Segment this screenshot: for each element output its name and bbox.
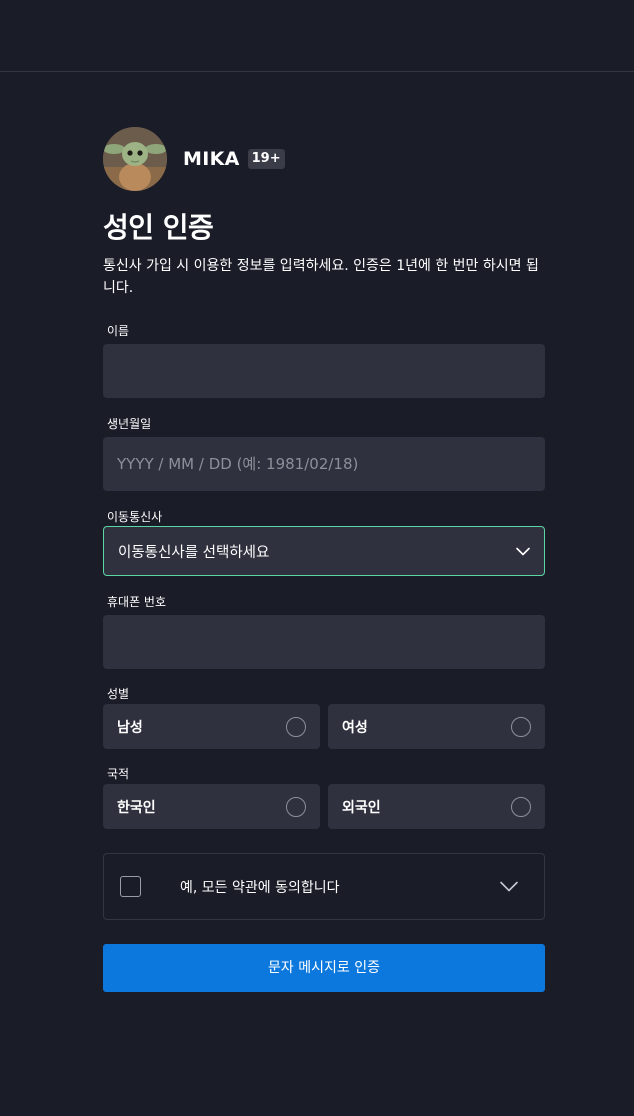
radio-circle-icon — [511, 796, 531, 817]
carrier-label: 이동통신사 — [107, 510, 163, 524]
sms-verify-button[interactable]: 문자 메시지로 인증 — [103, 944, 545, 992]
gender-option-label: 남성 — [117, 719, 143, 736]
nationality-label: 국적 — [107, 767, 130, 781]
terms-agreement[interactable]: 예, 모든 약관에 동의합니다 — [103, 853, 545, 920]
agree-checkbox[interactable] — [120, 876, 141, 897]
name-label: 이름 — [107, 324, 130, 338]
agree-label: 예, 모든 약관에 동의합니다 — [180, 879, 340, 896]
radio-circle-icon — [286, 796, 306, 817]
radio-circle-icon — [286, 716, 306, 737]
chevron-down-icon[interactable] — [500, 881, 518, 892]
carrier-select[interactable]: 이동통신사를 선택하세요 — [103, 526, 545, 576]
nationality-option-korean[interactable]: 한국인 — [103, 784, 320, 829]
birth-date-input[interactable] — [103, 437, 545, 491]
gender-label: 성별 — [107, 687, 130, 701]
gender-option-label: 여성 — [342, 719, 368, 736]
page-description: 통신사 가입 시 이용한 정보를 입력하세요. 인증은 1년에 한 번만 하시면… — [103, 258, 539, 296]
phone-input[interactable] — [103, 615, 545, 669]
nationality-option-label: 한국인 — [117, 799, 156, 816]
profile-header: MIKA 19+ — [103, 127, 285, 191]
age-rating-badge: 19+ — [247, 149, 285, 169]
gender-option-female[interactable]: 여성 — [328, 704, 545, 749]
nationality-option-foreigner[interactable]: 외국인 — [328, 784, 545, 829]
chevron-down-icon — [516, 547, 530, 555]
page-title: 성인 인증 — [103, 211, 214, 244]
name-input[interactable] — [103, 344, 545, 398]
phone-label: 휴대폰 번호 — [107, 595, 167, 609]
avatar — [103, 127, 167, 191]
radio-circle-icon — [511, 716, 531, 737]
carrier-select-value: 이동통신사를 선택하세요 — [118, 544, 270, 561]
profile-name: MIKA — [183, 148, 240, 170]
birth-date-label: 생년월일 — [107, 417, 152, 431]
top-bar — [0, 0, 634, 72]
nationality-option-label: 외국인 — [342, 799, 381, 816]
gender-option-male[interactable]: 남성 — [103, 704, 320, 749]
